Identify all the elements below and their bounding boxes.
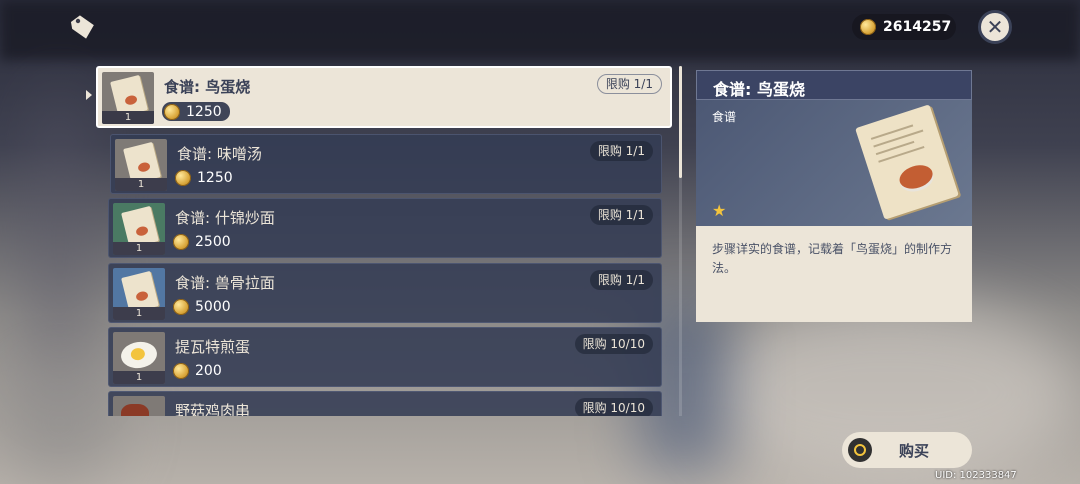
list-scrollbar[interactable] — [679, 66, 682, 416]
mora-balance: 2614257 — [852, 14, 956, 40]
close-icon: ✕ — [986, 15, 1004, 39]
mora-coin-icon — [173, 363, 189, 379]
skewer-icon — [113, 396, 165, 416]
item-name: 食谱: 什锦炒面 — [175, 209, 275, 227]
mora-coin-icon — [173, 234, 189, 250]
item-name: 野菇鸡肉串 — [175, 402, 251, 416]
item-detail-panel: 食谱: 鸟蛋烧 食谱 ★ 步骤详实的食谱，记载着「鸟蛋烧」的制作方法。 — [696, 70, 972, 322]
shop-item-row[interactable]: 1 食谱: 味噌汤 1250 限购 1/1 — [110, 134, 662, 194]
star-rating-icon: ★ — [712, 201, 727, 220]
recipe-icon: 1 — [102, 72, 154, 124]
item-price: 200 — [173, 362, 222, 380]
item-price: 1250 — [175, 169, 233, 187]
buy-label: 购买 — [898, 441, 929, 460]
shop-item-row[interactable]: 野菇鸡肉串 限购 10/10 — [108, 391, 662, 416]
selected-indicator-icon — [86, 90, 92, 100]
detail-category: 食谱 — [712, 110, 737, 124]
buy-button[interactable]: 购买 — [842, 432, 972, 468]
purchase-limit-badge: 限购 10/10 — [574, 398, 653, 416]
close-button[interactable]: ✕ — [978, 10, 1012, 44]
purchase-limit-badge: 限购 1/1 — [596, 74, 662, 94]
shop-item-row[interactable]: 1 提瓦特煎蛋 200 限购 10/10 — [108, 327, 662, 387]
price-tag-icon — [70, 15, 94, 39]
scrollbar-thumb[interactable] — [679, 66, 682, 178]
mora-coin-icon — [175, 170, 191, 186]
fried-egg-icon: 1 — [113, 332, 165, 384]
shop-item-row[interactable]: 1 食谱: 鸟蛋烧 1250 限购 1/1 — [96, 66, 672, 128]
recipe-illustration — [855, 104, 959, 220]
item-name: 食谱: 鸟蛋烧 — [164, 78, 251, 96]
item-name: 食谱: 兽骨拉面 — [175, 274, 275, 292]
shop-item-row[interactable]: 1 食谱: 兽骨拉面 5000 限购 1/1 — [108, 263, 662, 323]
item-price: 1250 — [162, 102, 230, 121]
item-name: 提瓦特煎蛋 — [175, 338, 251, 356]
detail-description: 步骤详实的食谱，记载着「鸟蛋烧」的制作方法。 — [696, 226, 972, 322]
detail-art: 食谱 ★ — [696, 100, 972, 226]
purchase-limit-badge: 限购 10/10 — [574, 334, 653, 354]
recipe-icon: 1 — [115, 139, 167, 191]
recipe-icon: 1 — [113, 268, 165, 320]
shop-item-row[interactable]: 1 食谱: 什锦炒面 2500 限购 1/1 — [108, 198, 662, 258]
item-price: 5000 — [173, 298, 231, 316]
mora-coin-icon — [173, 299, 189, 315]
detail-title: 食谱: 鸟蛋烧 — [696, 70, 972, 100]
item-price: 2500 — [173, 233, 231, 251]
item-name: 食谱: 味噌汤 — [177, 145, 262, 163]
mora-amount: 2614257 — [883, 19, 952, 35]
purchase-limit-badge: 限购 1/1 — [589, 270, 653, 290]
confirm-icon — [848, 438, 872, 462]
mora-coin-icon — [860, 19, 876, 35]
recipe-icon: 1 — [113, 203, 165, 255]
shop-item-list[interactable]: 1 食谱: 鸟蛋烧 1250 限购 1/1 1 食谱: 味噌汤 1250 限购 … — [96, 66, 676, 416]
purchase-limit-badge: 限购 1/1 — [589, 205, 653, 225]
purchase-limit-badge: 限购 1/1 — [589, 141, 653, 161]
background-left-shade — [30, 80, 90, 400]
uid-label: UID: 102333847 — [935, 470, 1017, 481]
mora-coin-icon — [164, 103, 180, 120]
